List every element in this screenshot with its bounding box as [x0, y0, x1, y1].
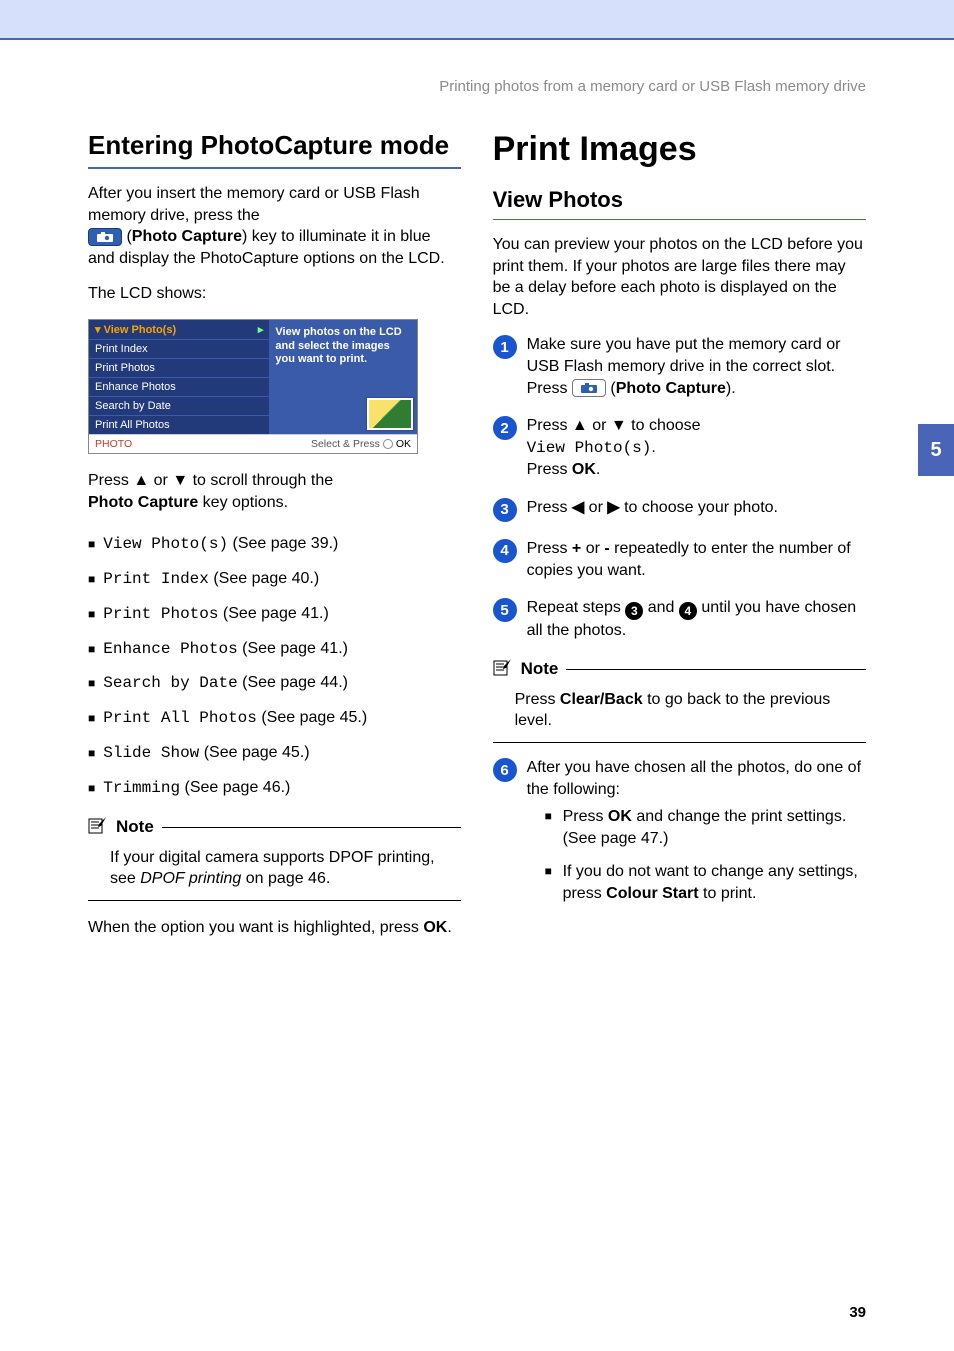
list-item: Print Photos (See page 41.) — [88, 597, 461, 632]
lcd-shows-text: The LCD shows: — [88, 283, 461, 305]
step-ref-4-icon: 4 — [679, 602, 697, 620]
content-area: Entering PhotoCapture mode After you ins… — [88, 130, 866, 1291]
photo-capture-key-icon — [88, 228, 122, 246]
lcd-screenshot: ▾ View Photo(s) ▸ Print Index Print Phot… — [88, 319, 418, 454]
list-item: View Photo(s) (See page 39.) — [88, 527, 461, 562]
down-arrow-icon: ▼ — [611, 417, 627, 434]
list-item: Search by Date (See page 44.) — [88, 666, 461, 701]
note-label: Note — [521, 659, 559, 679]
up-arrow-icon: ▲ — [572, 417, 588, 434]
manual-page: Printing photos from a memory card or US… — [0, 0, 954, 1351]
lcd-thumbnail-icon — [367, 398, 413, 430]
scroll-instruction: Press ▲ or ▼ to scroll through the Photo… — [88, 470, 461, 513]
step-1: 1 Make sure you have put the memory card… — [493, 334, 866, 399]
right-column: Print Images View Photos You can preview… — [493, 130, 866, 927]
steps-list: 1 Make sure you have put the memory card… — [493, 334, 866, 641]
text: After you insert the memory card or USB … — [88, 185, 420, 224]
step-number-badge: 3 — [493, 498, 517, 522]
step-number-badge: 1 — [493, 335, 517, 359]
lcd-menu-item-selected: ▾ View Photo(s) ▸ — [89, 320, 269, 340]
lcd-footer-right: Select & Press OK — [311, 438, 411, 450]
divider — [162, 827, 462, 828]
list-item: Print Index (See page 40.) — [88, 562, 461, 597]
options-list: View Photo(s) (See page 39.) Print Index… — [88, 527, 461, 805]
step-number-badge: 2 — [493, 416, 517, 440]
running-header: Printing photos from a memory card or US… — [0, 78, 866, 95]
list-item: Enhance Photos (See page 41.) — [88, 632, 461, 667]
lcd-menu-item: Print Photos — [89, 359, 269, 378]
list-item: Press OK and change the print settings. … — [545, 800, 866, 855]
right-arrow-icon: ▶ — [607, 499, 619, 516]
lcd-description: View photos on the LCD and select the im… — [269, 320, 417, 434]
text: ( — [122, 228, 132, 245]
divider — [493, 742, 866, 743]
divider — [566, 669, 866, 670]
divider — [88, 900, 461, 901]
step-number-badge: 5 — [493, 598, 517, 622]
lcd-menu-item: Print Index — [89, 340, 269, 359]
note-label: Note — [116, 817, 154, 837]
sub-options-list: Press OK and change the print settings. … — [545, 800, 866, 910]
down-arrow-icon: ▼ — [172, 472, 188, 489]
photo-capture-key-icon — [572, 379, 606, 397]
view-photos-intro: You can preview your photos on the LCD b… — [493, 234, 866, 320]
chapter-tab: 5 — [918, 424, 954, 476]
step-4: 4 Press + or - repeatedly to enter the n… — [493, 538, 866, 581]
section-heading-right: Print Images — [493, 130, 866, 169]
heading-rule — [88, 167, 461, 169]
note-pencil-icon — [493, 658, 513, 681]
lcd-footer: PHOTO Select & Press OK — [89, 434, 417, 453]
lcd-menu-item: Print All Photos — [89, 416, 269, 434]
ok-circle-icon — [383, 439, 393, 449]
lcd-footer-left: PHOTO — [95, 438, 132, 450]
step-number-badge: 6 — [493, 758, 517, 782]
note-body: Press Clear/Back to go back to the previ… — [515, 689, 866, 732]
left-arrow-icon: ◀ — [572, 499, 584, 516]
list-item: If you do not want to change any setting… — [545, 855, 866, 910]
list-item: Trimming (See page 46.) — [88, 771, 461, 806]
section-heading-left: Entering PhotoCapture mode — [88, 130, 461, 161]
step-5: 5 Repeat steps 3 and 4 until you have ch… — [493, 597, 866, 642]
lcd-menu-item: Enhance Photos — [89, 378, 269, 397]
lcd-menu-item: Search by Date — [89, 397, 269, 416]
step-ref-3-icon: 3 — [625, 602, 643, 620]
note-body: If your digital camera supports DPOF pri… — [110, 847, 461, 890]
lcd-menu: ▾ View Photo(s) ▸ Print Index Print Phot… — [89, 320, 269, 434]
note-pencil-icon — [88, 816, 108, 839]
step-6: 6 After you have chosen all the photos, … — [493, 757, 866, 911]
note-block: Note If your digital camera supports DPO… — [88, 816, 461, 901]
up-arrow-icon: ▲ — [133, 472, 149, 489]
step-2: 2 Press ▲ or ▼ to choose View Photo(s). … — [493, 415, 866, 481]
top-band — [0, 0, 954, 38]
subsection-heading: View Photos — [493, 187, 866, 213]
step-3: 3 Press ◀ or ▶ to choose your photo. — [493, 497, 866, 522]
page-number: 39 — [849, 1304, 866, 1321]
top-rule — [0, 38, 954, 40]
step-number-badge: 4 — [493, 539, 517, 563]
heading-rule — [493, 219, 866, 220]
closing-text: When the option you want is highlighted,… — [88, 917, 461, 939]
list-item: Slide Show (See page 45.) — [88, 736, 461, 771]
intro-paragraph: After you insert the memory card or USB … — [88, 183, 461, 269]
photo-capture-label: Photo Capture — [88, 494, 198, 511]
note-block: Note Press Clear/Back to go back to the … — [493, 658, 866, 743]
list-item: Print All Photos (See page 45.) — [88, 701, 461, 736]
steps-list-cont: 6 After you have chosen all the photos, … — [493, 757, 866, 911]
left-column: Entering PhotoCapture mode After you ins… — [88, 130, 461, 952]
photo-capture-label: Photo Capture — [132, 228, 242, 245]
